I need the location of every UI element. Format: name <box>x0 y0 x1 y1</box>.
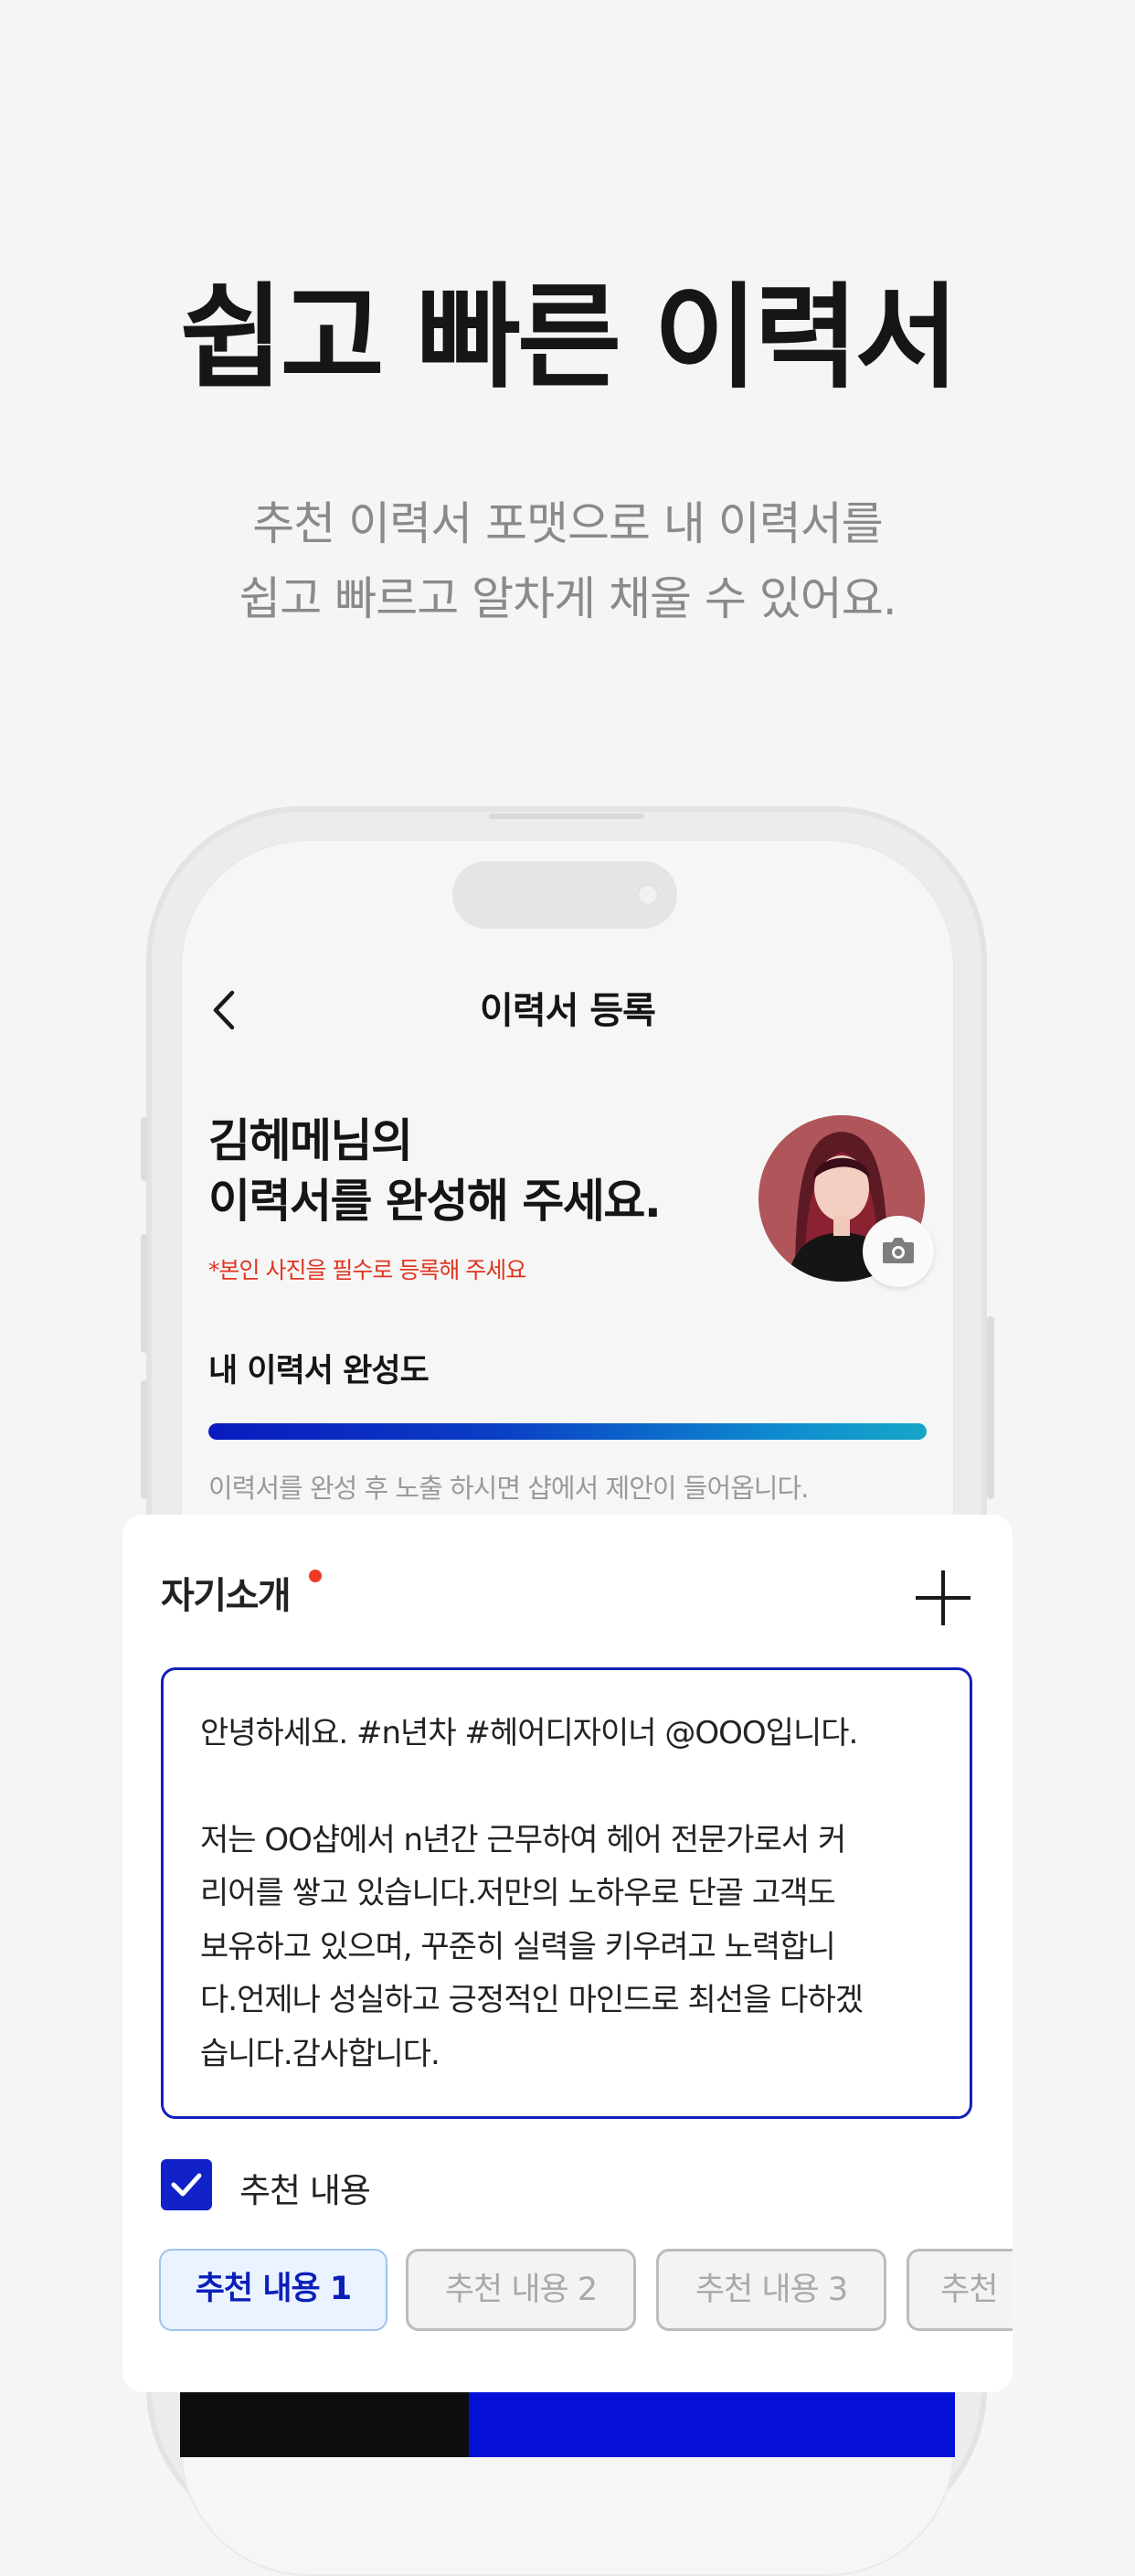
greeting: 김헤메님의 이력서를 완성해 주세요. <box>208 1111 662 1231</box>
hero-title: 쉽고 빠른 이력서 <box>179 272 960 404</box>
intro-card-title: 자기소개 <box>161 1575 292 1617</box>
chip-recommend-4[interactable]: 추천 <box>907 2249 1013 2331</box>
progress-note: 이력서를 완성 후 노출 하시면 샵에서 제안이 들어옵니다. <box>208 1473 809 1504</box>
progress-fill <box>208 1423 927 1440</box>
greeting-line-1: 김헤메님의 <box>208 1114 413 1167</box>
body-line: 리어를 쌓고 있습니다.저만의 노하우로 단골 고객도 <box>200 1875 836 1911</box>
bottom-bar-left <box>180 2392 469 2457</box>
recommend-checkbox[interactable] <box>161 2159 212 2210</box>
check-icon <box>171 2173 202 2197</box>
recommend-checkbox-label: 추천 내용 <box>239 2171 371 2210</box>
chip-row: 추천 내용 1 추천 내용 2 추천 내용 3 추천 <box>122 2230 1013 2349</box>
chip-recommend-2[interactable]: 추천 내용 2 <box>406 2249 636 2331</box>
phone-side-button <box>141 1117 148 1181</box>
body-line: 보유하고 있으며, 꾸준히 실력을 키우려고 노력합니 <box>200 1928 836 1965</box>
progress-bar <box>208 1423 927 1440</box>
photo-warning: *본인 사진을 필수로 등록해 주세요 <box>208 1257 526 1283</box>
bottom-bar-right[interactable] <box>469 2392 955 2457</box>
phone-side-button <box>987 1316 994 1499</box>
camera-button[interactable] <box>863 1216 934 1287</box>
hero-subtitle-line-2: 쉽고 빠르고 알차게 채울 수 있어요. <box>239 572 896 625</box>
add-button[interactable] <box>916 1570 971 1625</box>
greeting-line-2: 이력서를 완성해 주세요. <box>208 1175 662 1228</box>
phone-side-button <box>141 1380 148 1499</box>
phone-top-speaker <box>489 814 644 819</box>
phone-camera-dot <box>637 884 659 906</box>
camera-icon <box>883 1238 914 1263</box>
intro-textarea[interactable]: 안녕하세요. #n년차 #헤어디자이너 @OOO입니다. 저는 OO샵에서 n년… <box>161 1667 972 2119</box>
chip-recommend-3[interactable]: 추천 내용 3 <box>656 2249 886 2331</box>
progress-title: 내 이력서 완성도 <box>208 1353 430 1389</box>
body-line: 습니다.감사합니다. <box>200 2035 440 2072</box>
screen-title: 이력서 등록 <box>480 990 656 1032</box>
body-line: 저는 OO샵에서 n년간 근무하여 헤어 전문가로서 커 <box>200 1821 846 1858</box>
required-dot <box>309 1570 322 1582</box>
hero-subtitle-line-1: 추천 이력서 포맷으로 내 이력서를 <box>252 497 884 550</box>
body-line: 다.언제나 성실하고 긍정적인 마인드로 최선을 다하겠 <box>200 1982 864 2018</box>
phone-side-button <box>141 1234 148 1353</box>
intro-line: 안녕하세요. #n년차 #헤어디자이너 @OOO입니다. <box>200 1715 858 1751</box>
chip-recommend-1[interactable]: 추천 내용 1 <box>159 2249 387 2331</box>
